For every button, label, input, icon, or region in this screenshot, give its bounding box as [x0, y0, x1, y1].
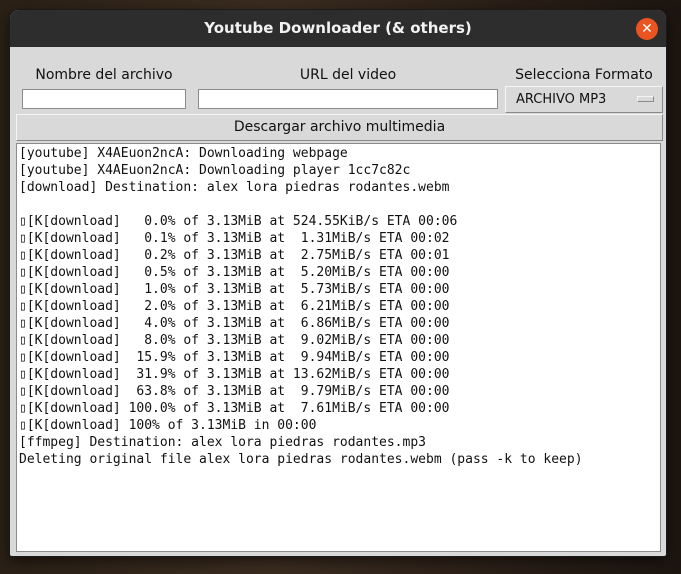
console-line: [ffmpeg] Destination: alex lora piedras …	[19, 435, 426, 450]
console-line: ▯[K[download] 1.0% of 3.13MiB at 5.73MiB…	[19, 282, 450, 297]
title-bar[interactable]: Youtube Downloader (& others) ✕	[10, 10, 666, 47]
window-title: Youtube Downloader (& others)	[204, 19, 472, 37]
output-console[interactable]: [youtube] X4AEuon2ncA: Downloading webpa…	[16, 143, 661, 552]
console-line: ▯[K[download] 63.8% of 3.13MiB at 9.79Mi…	[19, 384, 450, 399]
console-line: ▯[K[download] 0.5% of 3.13MiB at 5.20MiB…	[19, 265, 450, 280]
console-line: [youtube] X4AEuon2ncA: Downloading playe…	[19, 163, 411, 178]
url-label: URL del video	[299, 67, 397, 83]
console-line: ▯[K[download] 15.9% of 3.13MiB at 9.94Mi…	[19, 350, 450, 365]
close-button[interactable]: ✕	[636, 18, 658, 40]
format-select[interactable]: ARCHIVO MP3	[505, 86, 663, 113]
console-line: ▯[K[download] 0.0% of 3.13MiB at 524.55K…	[19, 214, 458, 229]
dropdown-indicator-icon	[637, 96, 654, 102]
console-line: ▯[K[download] 4.0% of 3.13MiB at 6.86MiB…	[19, 316, 450, 331]
format-label: Selecciona Formato	[515, 67, 653, 83]
filename-label: Nombre del archivo	[35, 67, 173, 83]
url-input[interactable]	[198, 89, 498, 109]
console-line: [youtube] X4AEuon2ncA: Downloading webpa…	[19, 146, 348, 161]
console-line: [download] Destination: alex lora piedra…	[19, 180, 450, 195]
close-icon: ✕	[641, 21, 653, 37]
console-line: ▯[K[download] 31.9% of 3.13MiB at 13.62M…	[19, 367, 450, 382]
console-line: ▯[K[download] 100% of 3.13MiB in 00:00	[19, 418, 317, 433]
console-line: ▯[K[download] 0.1% of 3.13MiB at 1.31MiB…	[19, 231, 450, 246]
console-line: ▯[K[download] 0.2% of 3.13MiB at 2.75MiB…	[19, 248, 450, 263]
download-button[interactable]: Descargar archivo multimedia	[16, 114, 663, 141]
filename-input[interactable]	[22, 89, 186, 109]
format-selected-value: ARCHIVO MP3	[516, 92, 607, 107]
console-line: Deleting original file alex lora piedras…	[19, 452, 583, 467]
console-line: ▯[K[download] 100.0% of 3.13MiB at 7.61M…	[19, 401, 450, 416]
console-line: ▯[K[download] 2.0% of 3.13MiB at 6.21MiB…	[19, 299, 450, 314]
console-line: ▯[K[download] 8.0% of 3.13MiB at 9.02MiB…	[19, 333, 450, 348]
app-window: Youtube Downloader (& others) ✕ Nombre d…	[10, 10, 666, 556]
